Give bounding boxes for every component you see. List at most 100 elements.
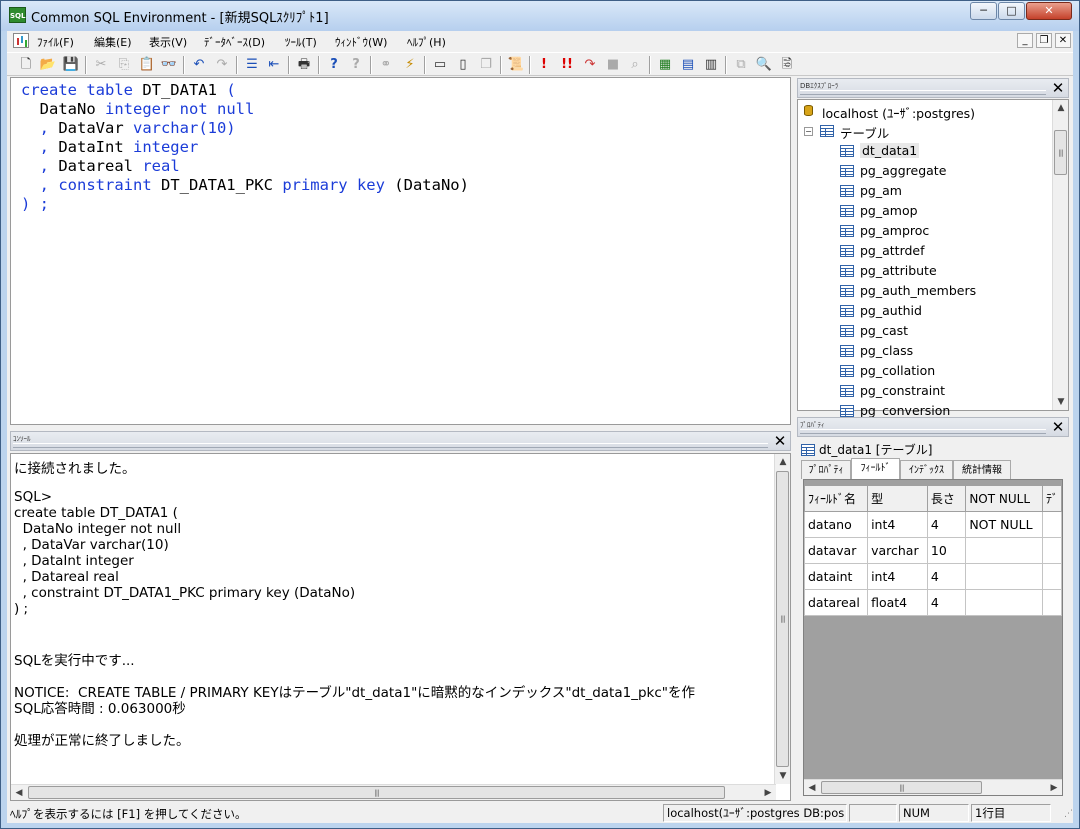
scroll-right-arrow-icon[interactable]: ▶ (760, 785, 776, 801)
tab-indexes[interactable]: ｲﾝﾃﾞｯｸｽ (900, 460, 953, 479)
grid-cell[interactable]: 4 (926, 589, 967, 616)
grid-cell[interactable]: NOT NULL (965, 511, 1043, 538)
console-hscroll-thumb[interactable] (28, 786, 725, 799)
grid-cell[interactable] (1041, 589, 1062, 616)
close-db-explorer-button[interactable]: ✕ (1050, 81, 1066, 96)
search-icon[interactable]: 🔍 (755, 56, 773, 74)
new-file-icon[interactable]: 🗋 (17, 56, 35, 74)
console-horizontal-scrollbar[interactable]: ◀ ▶ (11, 784, 776, 800)
grid-cell[interactable] (1041, 537, 1062, 564)
blank-page-icon[interactable]: ▯ (454, 56, 472, 74)
column-header[interactable]: ﾃﾞ (1041, 485, 1062, 512)
close-console-button[interactable]: ✕ (772, 434, 788, 449)
grid-cell[interactable]: datano (804, 511, 869, 538)
db-explorer-scrollbar[interactable]: ▲ ▼ (1052, 100, 1068, 410)
print-icon[interactable]: 🖶 (295, 56, 313, 74)
menu-window[interactable]: ｳｨﾝﾄﾞｳ(W) (335, 34, 387, 50)
script-icon[interactable]: 📜 (507, 56, 525, 74)
compare-icon[interactable]: ⧉ (732, 56, 750, 74)
open-folder-icon[interactable]: 📂 (39, 56, 57, 74)
save-icon[interactable]: 💾 (62, 56, 80, 74)
grid-cell[interactable]: varchar (867, 537, 928, 564)
grid-cell[interactable] (965, 589, 1043, 616)
menu-file[interactable]: ﾌｧｲﾙ(F) (37, 34, 74, 50)
collapse-icon[interactable]: − (804, 127, 813, 136)
execute-icon[interactable]: ! (535, 56, 553, 74)
scroll-left-arrow-icon[interactable]: ◀ (804, 780, 820, 795)
grid-cell[interactable]: float4 (867, 589, 928, 616)
properties-icon[interactable]: 🗟 (778, 56, 796, 74)
close-window-button[interactable]: ✕ (1026, 2, 1072, 20)
scroll-down-arrow-icon[interactable]: ▼ (775, 768, 791, 784)
column-header[interactable]: ﾌｨｰﾙﾄﾞ名 (804, 485, 869, 512)
grid-cell[interactable]: 4 (926, 563, 967, 590)
tab-statistics[interactable]: 統計情報 (953, 460, 1011, 479)
menu-database[interactable]: ﾃﾞｰﾀﾍﾞｰｽ(D) (204, 34, 265, 50)
grid-cell[interactable] (1041, 563, 1062, 590)
stop-icon[interactable]: ■ (604, 56, 622, 74)
grid-cell[interactable] (965, 563, 1043, 590)
grid-cell[interactable]: int4 (867, 511, 928, 538)
fields-horizontal-scrollbar[interactable]: ◀ ▶ (804, 779, 1062, 795)
mdi-close-button[interactable]: ✕ (1055, 33, 1071, 48)
grid-cell[interactable] (965, 537, 1043, 564)
maximize-button[interactable]: □ (998, 2, 1025, 20)
column-header[interactable]: NOT NULL (965, 485, 1043, 512)
menu-view[interactable]: 表示(V) (149, 34, 187, 50)
table-row[interactable]: dataint int4 4 (804, 563, 1062, 590)
undo-icon[interactable]: ↶ (190, 56, 208, 74)
cascade-icon[interactable]: ❐ (477, 56, 495, 74)
table-edit-icon[interactable]: ▥ (702, 56, 720, 74)
unindent-icon[interactable]: ⇤ (265, 56, 283, 74)
console-vertical-scrollbar[interactable]: ▲ ▼ (774, 454, 790, 784)
step-icon[interactable]: ↷ (581, 56, 599, 74)
column-header[interactable]: 型 (867, 485, 928, 512)
resize-grip-icon[interactable]: ⋰ (1059, 809, 1073, 823)
table-export-icon[interactable]: ▦ (656, 56, 674, 74)
menu-help[interactable]: ﾍﾙﾌﾟ(H) (407, 34, 446, 50)
table-row[interactable]: datano int4 4 NOT NULL (804, 511, 1062, 538)
grid-cell[interactable]: dataint (804, 563, 869, 590)
scroll-right-arrow-icon[interactable]: ▶ (1046, 780, 1062, 795)
grid-cell[interactable]: 4 (926, 511, 967, 538)
mdi-minimize-button[interactable]: _ (1017, 33, 1033, 48)
console-pane-header[interactable]: ｺﾝｿｰﾙ ✕ (10, 431, 791, 451)
indent-icon[interactable]: ☰ (243, 56, 261, 74)
grid-cell[interactable]: datareal (804, 589, 869, 616)
scroll-up-arrow-icon[interactable]: ▲ (1053, 100, 1069, 116)
table-import-icon[interactable]: ▤ (679, 56, 697, 74)
grid-cell[interactable]: datavar (804, 537, 869, 564)
properties-pane-header[interactable]: ﾌﾟﾛﾊﾟﾃｨ ✕ (797, 417, 1069, 437)
grid-cell[interactable]: 10 (926, 537, 967, 564)
db-explorer-scroll-thumb[interactable] (1054, 130, 1067, 175)
close-properties-button[interactable]: ✕ (1050, 420, 1066, 435)
context-help-icon[interactable]: ? (347, 56, 365, 74)
cut-icon[interactable]: ✂ (92, 56, 110, 74)
console-output[interactable]: に接続されました。 SQL> create table DT_DATA1 ( Dat… (10, 453, 791, 801)
grid-cell[interactable] (1041, 511, 1062, 538)
copy-icon[interactable]: ⎘ (115, 56, 133, 74)
paste-icon[interactable]: 📋 (138, 56, 156, 74)
scroll-up-arrow-icon[interactable]: ▲ (775, 454, 791, 470)
db-explorer-pane-header[interactable]: DBｴｸｽﾌﾟﾛｰﾗ ✕ (797, 78, 1069, 98)
scroll-left-arrow-icon[interactable]: ◀ (11, 785, 27, 801)
minimize-button[interactable]: ─ (970, 2, 997, 20)
window-icon[interactable]: ▭ (431, 56, 449, 74)
console-scroll-thumb[interactable] (776, 471, 789, 767)
help-icon[interactable]: ? (325, 56, 343, 74)
execute-all-icon[interactable]: !! (558, 56, 576, 74)
redo-icon[interactable]: ↷ (213, 56, 231, 74)
explain-icon[interactable]: ⌕ (626, 56, 644, 74)
find-icon[interactable]: 👓 (160, 56, 178, 74)
sql-editor[interactable]: create table DT_DATA1 ( DataNo integer n… (10, 77, 791, 425)
console-grip[interactable] (13, 443, 768, 448)
fields-grid[interactable]: ﾌｨｰﾙﾄﾞ名型長さ NOT NULL ﾃﾞ datano int4 4 NOT NULL d… (803, 479, 1063, 796)
menu-tools[interactable]: ﾂｰﾙ(T) (285, 34, 317, 50)
table-row[interactable]: datavar varchar 10 (804, 537, 1062, 564)
fields-hscroll-thumb[interactable] (821, 781, 982, 794)
scroll-down-arrow-icon[interactable]: ▼ (1053, 394, 1069, 410)
grid-cell[interactable]: int4 (867, 563, 928, 590)
menu-edit[interactable]: 編集(E) (94, 34, 132, 50)
properties-grip[interactable] (800, 429, 1046, 434)
connect-icon[interactable]: ⚭ (377, 56, 395, 74)
